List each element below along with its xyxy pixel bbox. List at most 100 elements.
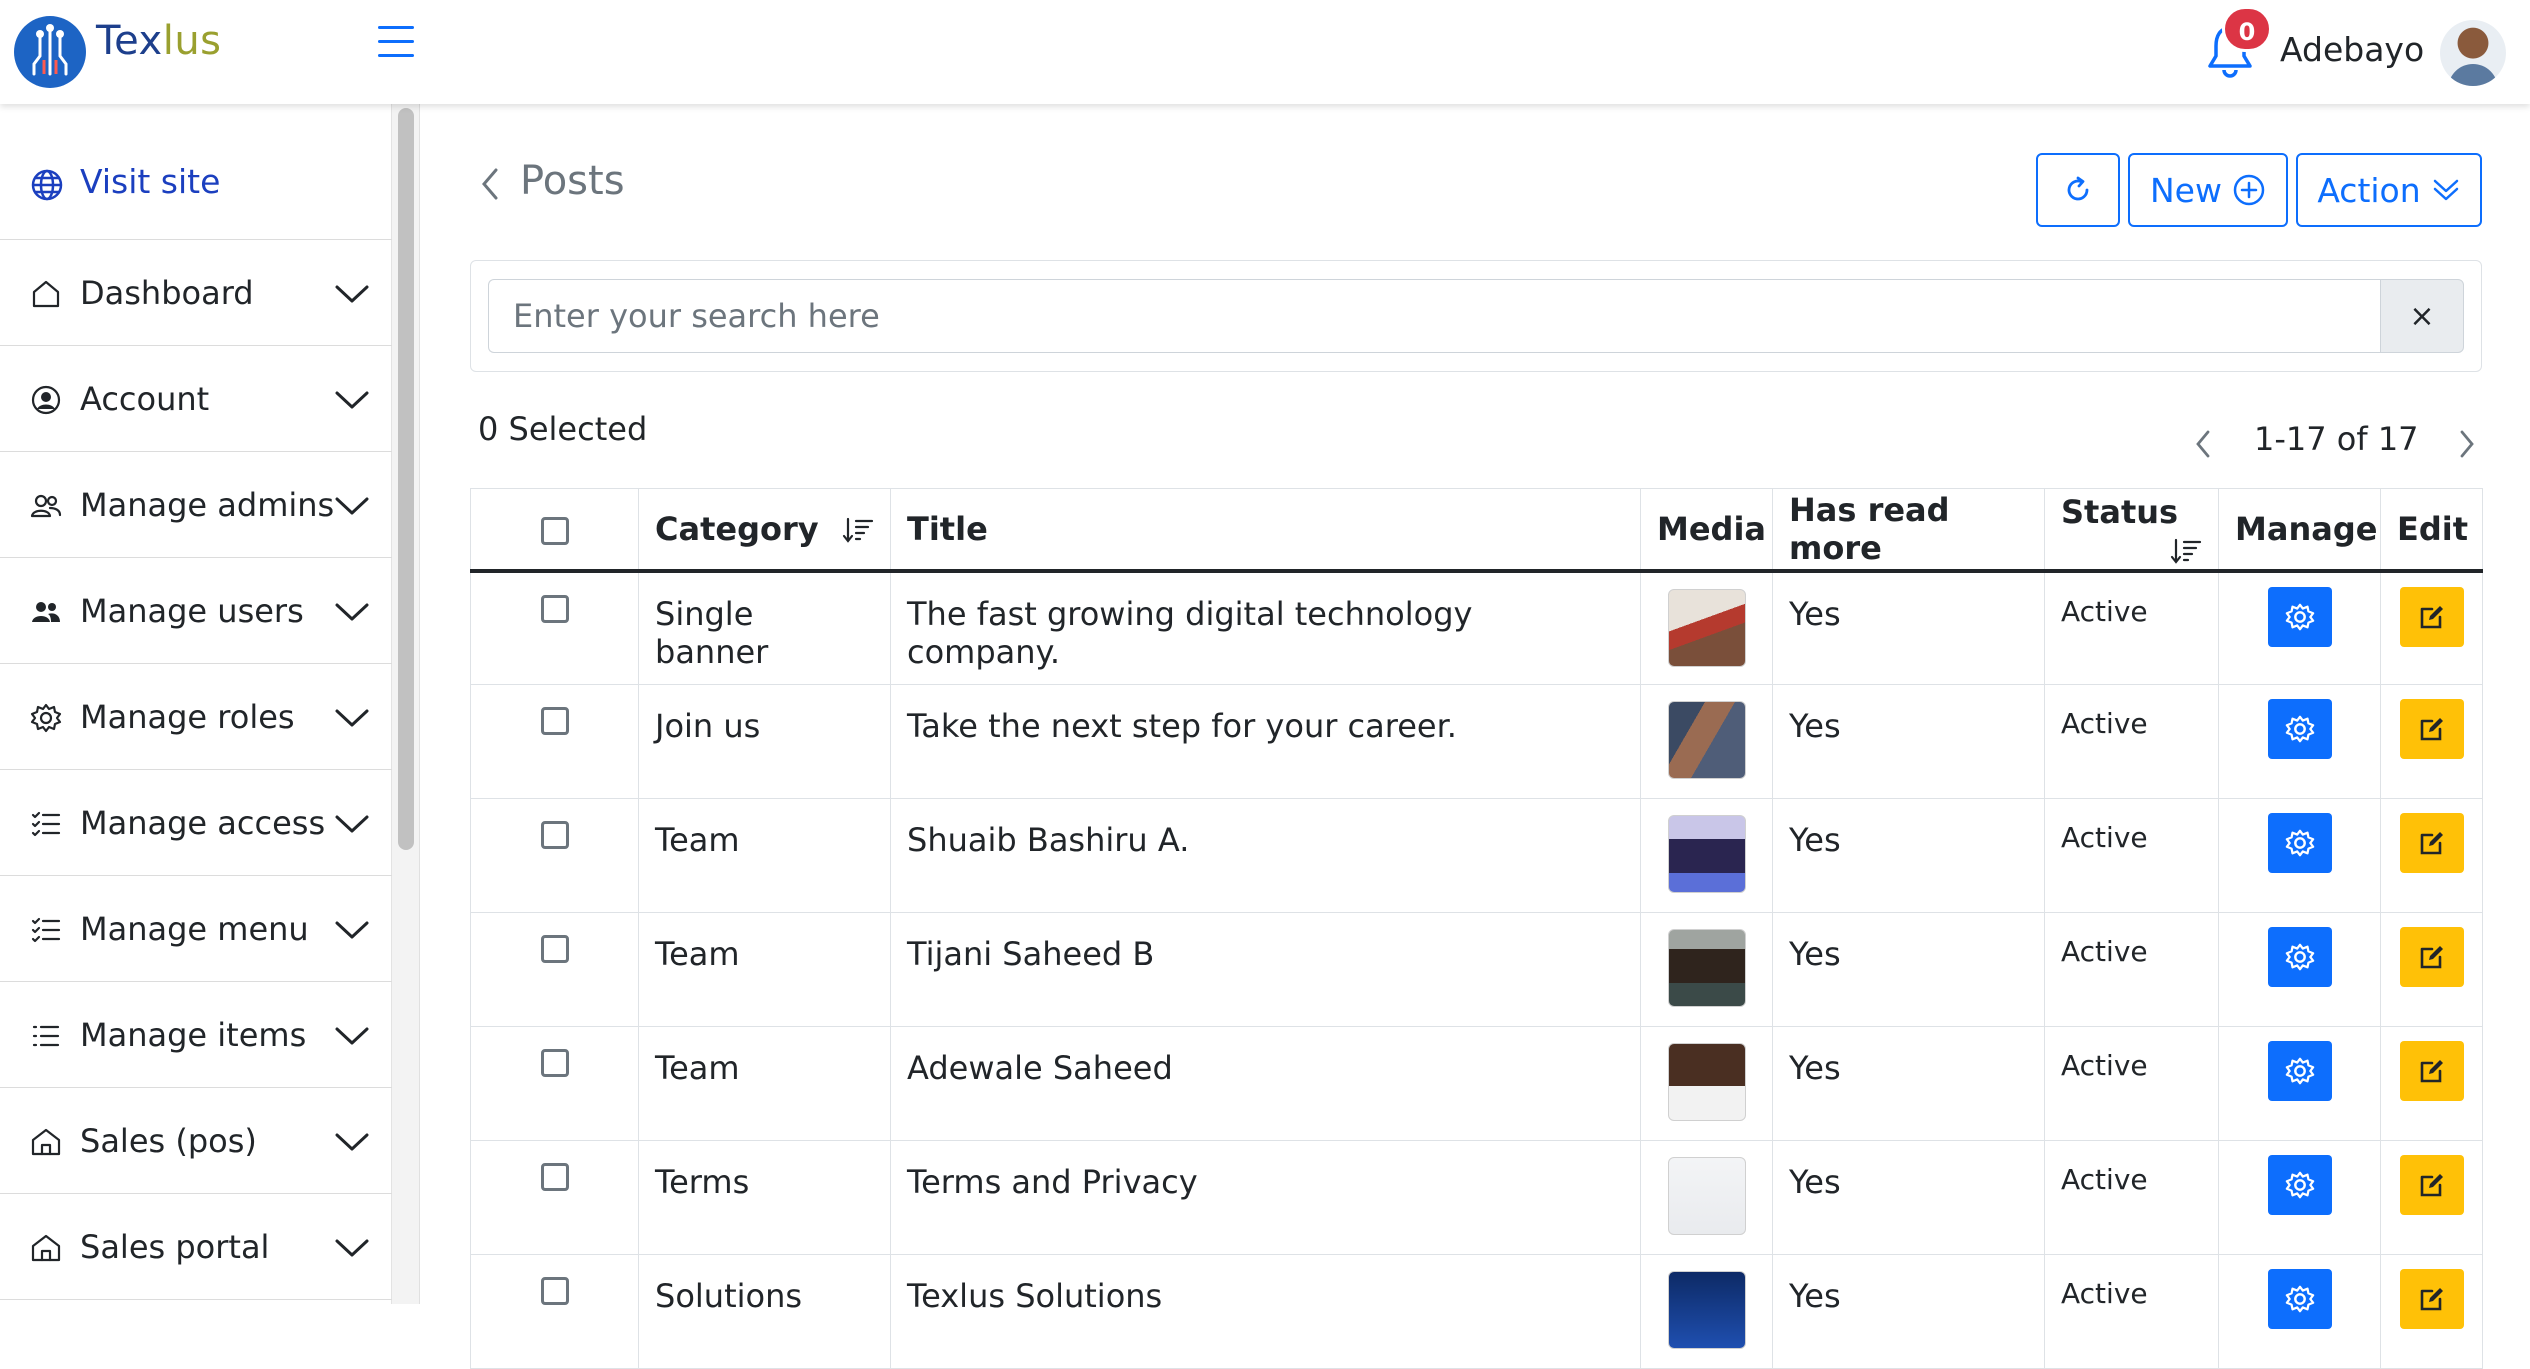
sidebar-item-manage-items[interactable]: Manage items	[0, 982, 392, 1088]
column-header-category[interactable]: Category	[638, 488, 891, 573]
row-checkbox[interactable]	[540, 1277, 569, 1305]
title-cell: Adewale Saheed	[890, 1026, 1641, 1141]
edit-button[interactable]	[2399, 1041, 2464, 1101]
table-body: Single banner The fast growing digital te…	[470, 570, 2483, 1369]
sort-icon[interactable]	[2170, 537, 2202, 565]
brand-name[interactable]: Texlus	[96, 18, 222, 64]
people-outline-icon	[30, 494, 62, 518]
table-row[interactable]: Team Tijani Saheed B Yes Active	[470, 912, 2483, 1027]
search-clear-button[interactable]: ×	[2380, 279, 2464, 353]
edit-button[interactable]	[2399, 1269, 2464, 1329]
read-more-cell: Yes	[1772, 1026, 2045, 1141]
table-row[interactable]: Team Shuaib Bashiru A. Yes Active	[470, 798, 2483, 913]
manage-button[interactable]	[2267, 1041, 2332, 1101]
list-icon	[32, 1025, 60, 1047]
edit-cell	[2380, 1026, 2483, 1141]
manage-button[interactable]	[2267, 927, 2332, 987]
manage-button[interactable]	[2267, 699, 2332, 759]
manage-button[interactable]	[2267, 1155, 2332, 1215]
edit-icon	[2420, 832, 2443, 855]
sidebar-item-account[interactable]: Account	[0, 346, 392, 452]
sidebar-item-manage-roles[interactable]: Manage roles	[0, 664, 392, 770]
table-row[interactable]: Solutions Texlus Solutions Yes Active	[470, 1254, 2483, 1369]
chevron-down-icon[interactable]	[334, 708, 370, 728]
sort-icon[interactable]	[842, 516, 874, 544]
edit-button[interactable]	[2399, 586, 2464, 647]
sidebar-item-label: Manage menu	[80, 910, 309, 948]
table-row[interactable]: Team Adewale Saheed Yes Active	[470, 1026, 2483, 1141]
sidebar-item-sales-pos[interactable]: Sales (pos)	[0, 1088, 392, 1194]
row-checkbox[interactable]	[540, 935, 569, 963]
media-cell	[1640, 912, 1773, 1027]
title-cell: The fast growing digital technology comp…	[890, 570, 1641, 685]
media-thumbnail[interactable]	[1667, 815, 1746, 893]
edit-icon	[2420, 1288, 2443, 1311]
media-thumbnail[interactable]	[1667, 1043, 1746, 1121]
manage-button[interactable]	[2267, 586, 2332, 647]
sidebar-item-dashboard[interactable]: Dashboard	[0, 240, 392, 346]
media-thumbnail[interactable]	[1667, 1157, 1746, 1235]
next-page-icon[interactable]	[2456, 428, 2478, 460]
chevron-down-icon[interactable]	[334, 390, 370, 410]
row-checkbox[interactable]	[540, 1049, 569, 1077]
chevron-down-icon[interactable]	[334, 284, 370, 304]
media-thumbnail[interactable]	[1667, 1271, 1746, 1349]
title-cell: Take the next step for your career.	[890, 684, 1641, 799]
chevron-down-icon[interactable]	[334, 1026, 370, 1046]
new-button[interactable]: New	[2128, 153, 2288, 227]
sidebar-item-manage-menu[interactable]: Manage menu	[0, 876, 392, 982]
top-bar: Texlus 0 Adebayo	[0, 0, 2530, 104]
status-cell: Active	[2044, 912, 2219, 1027]
texlus-logo-icon[interactable]	[14, 16, 86, 88]
sidebar-item-sales-portal[interactable]: Sales portal	[0, 1194, 392, 1300]
action-dropdown-button[interactable]: Action	[2296, 153, 2482, 227]
chevron-down-icon[interactable]	[334, 814, 370, 834]
row-select-cell	[470, 684, 639, 799]
title-cell: Tijani Saheed B	[890, 912, 1641, 1027]
edit-button[interactable]	[2399, 1155, 2464, 1215]
row-select-cell	[470, 912, 639, 1027]
row-select-cell	[470, 570, 639, 685]
status-cell: Active	[2044, 684, 2219, 799]
chevron-down-icon[interactable]	[334, 1238, 370, 1258]
sidebar-item-label: Account	[80, 380, 210, 418]
media-thumbnail[interactable]	[1667, 929, 1746, 1007]
chevron-down-icon[interactable]	[334, 1132, 370, 1152]
read-more-cell: Yes	[1772, 798, 2045, 913]
sidebar-item-manage-users[interactable]: Manage users	[0, 558, 392, 664]
visit-site-link[interactable]: Visit site	[0, 104, 392, 240]
manage-button[interactable]	[2267, 1269, 2332, 1329]
manage-cell	[2218, 684, 2381, 799]
manage-button[interactable]	[2267, 813, 2332, 873]
table-row[interactable]: Terms Terms and Privacy Yes Active	[470, 1140, 2483, 1255]
previous-page-icon[interactable]	[2192, 428, 2214, 460]
sidebar-item-manage-access[interactable]: Manage access	[0, 770, 392, 876]
row-checkbox[interactable]	[540, 594, 569, 623]
back-chevron-icon[interactable]	[478, 166, 502, 202]
sidebar-item-manage-admins[interactable]: Manage admins	[0, 452, 392, 558]
menu-toggle-icon[interactable]	[378, 26, 414, 58]
row-checkbox[interactable]	[540, 821, 569, 849]
avatar[interactable]	[2440, 20, 2506, 86]
row-checkbox[interactable]	[540, 1163, 569, 1191]
sidebar-scrollbar-thumb[interactable]	[398, 108, 414, 850]
table-row[interactable]: Join us Take the next step for your caree…	[470, 684, 2483, 799]
edit-button[interactable]	[2399, 927, 2464, 987]
search-input[interactable]	[488, 279, 2380, 353]
chevron-down-icon[interactable]	[334, 920, 370, 940]
manage-cell	[2218, 1140, 2381, 1255]
user-name[interactable]: Adebayo	[2280, 30, 2424, 69]
gear-icon	[2285, 1285, 2314, 1313]
media-thumbnail[interactable]	[1667, 588, 1746, 667]
column-header-status[interactable]: Status	[2044, 488, 2219, 573]
media-thumbnail[interactable]	[1667, 701, 1746, 779]
edit-button[interactable]	[2399, 813, 2464, 873]
select-all-checkbox[interactable]	[540, 516, 569, 545]
row-checkbox[interactable]	[540, 707, 569, 735]
refresh-button[interactable]	[2036, 153, 2120, 227]
chevron-down-icon[interactable]	[334, 496, 370, 516]
chevron-down-icon[interactable]	[334, 602, 370, 622]
table-row[interactable]: Single banner The fast growing digital te…	[470, 570, 2483, 685]
gear-icon	[2285, 943, 2314, 971]
edit-button[interactable]	[2399, 699, 2464, 759]
